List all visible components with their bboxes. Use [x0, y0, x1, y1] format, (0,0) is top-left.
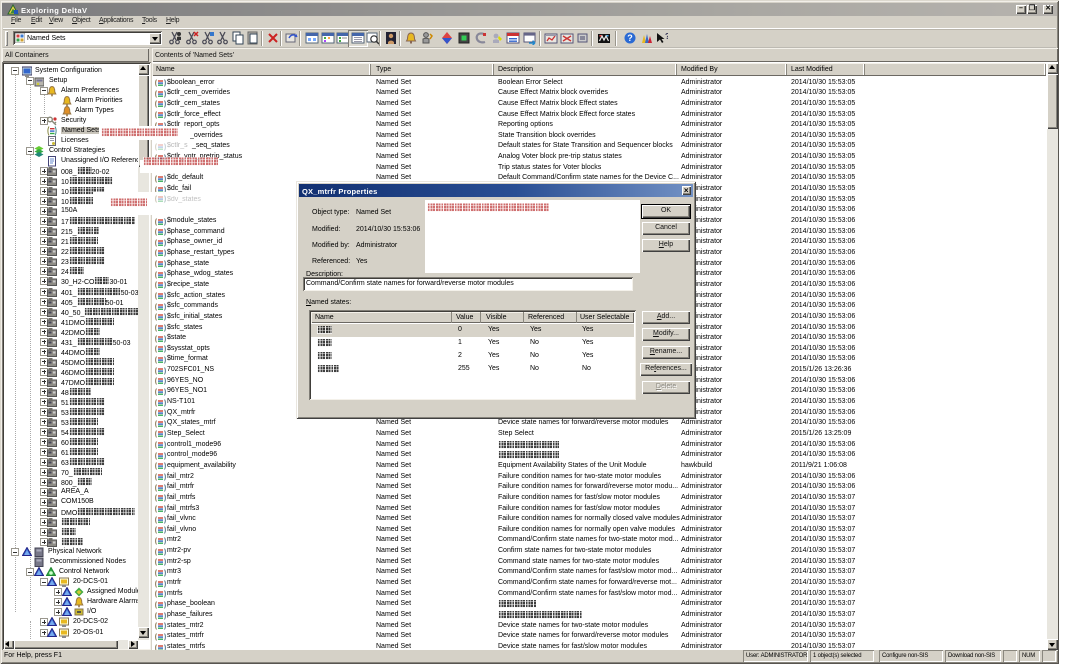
svg-text:?: ? [665, 32, 668, 41]
svg-text:?: ? [627, 33, 633, 43]
